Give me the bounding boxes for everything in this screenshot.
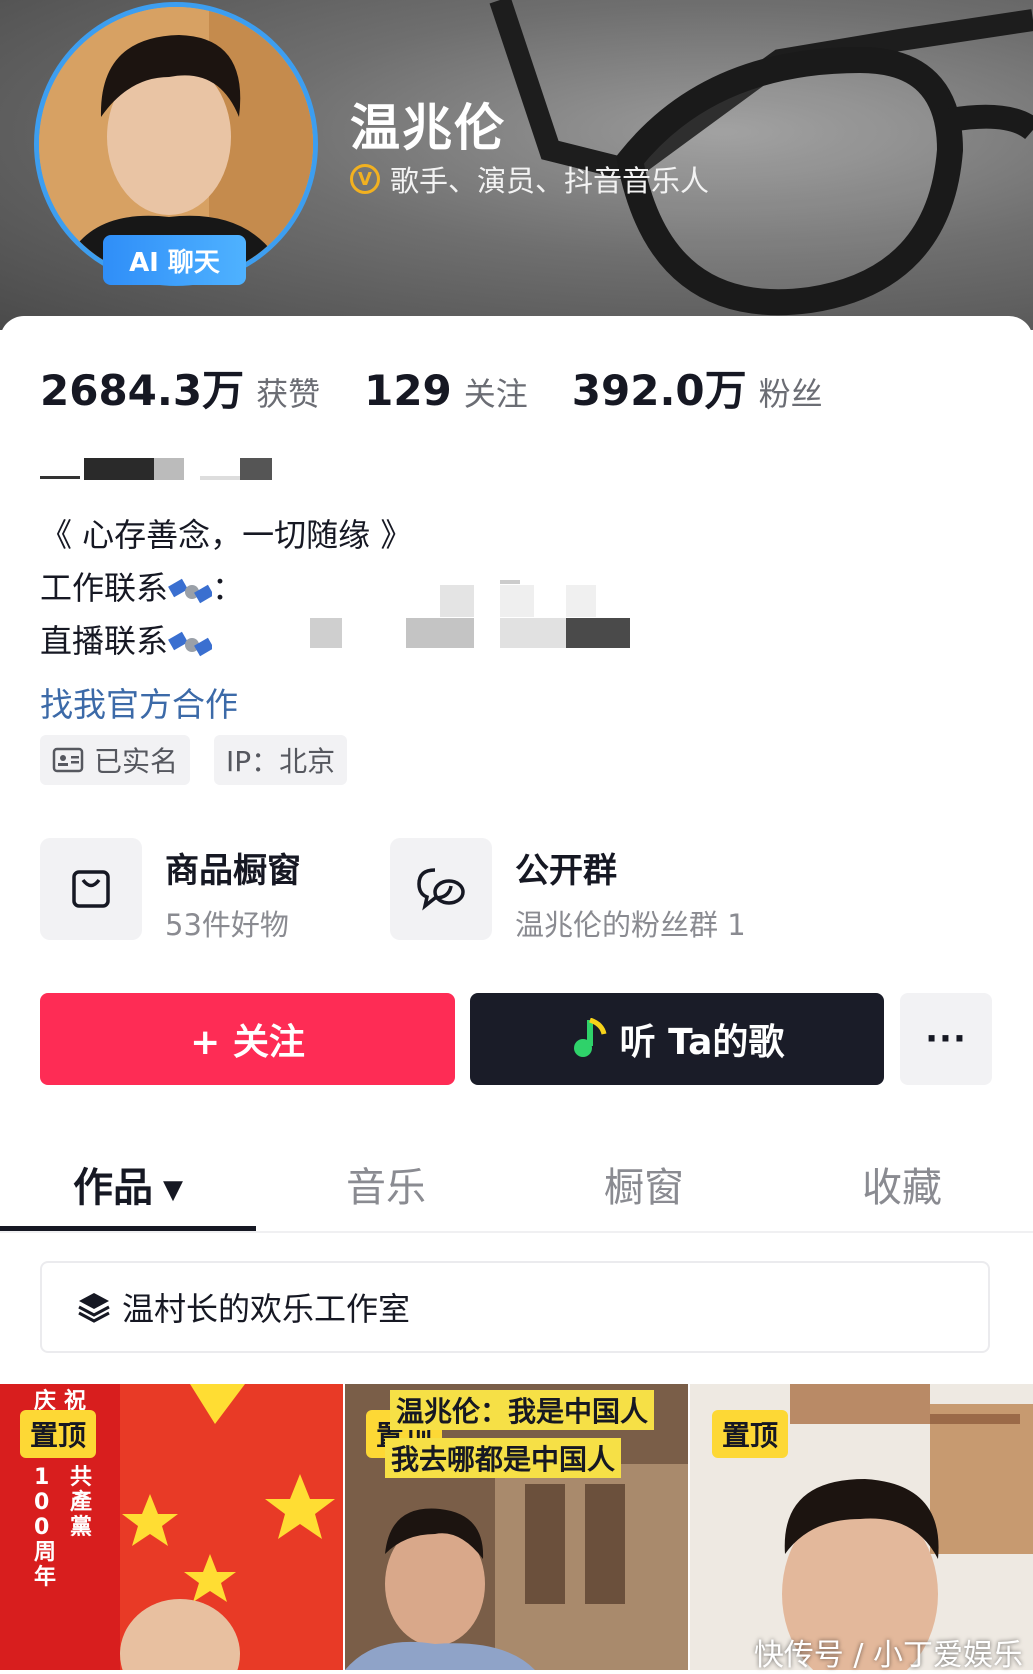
- official-cooperation-link[interactable]: 找我官方合作: [40, 678, 238, 726]
- flag-video-overlay-text: 年: [34, 1564, 56, 1590]
- id-card-icon: [52, 747, 84, 773]
- listen-songs-button[interactable]: 听 Ta的歌: [470, 993, 884, 1085]
- likes-label: 获赞: [256, 375, 321, 413]
- video-caption-line2: 我去哪都是中国人: [385, 1438, 622, 1478]
- profile-title: 歌手、演员、抖音音乐人: [390, 164, 710, 198]
- censored-contact: [300, 580, 640, 650]
- tab-music[interactable]: 音乐: [258, 1155, 514, 1213]
- shopping-bag-icon: [72, 870, 110, 908]
- followers-label: 粉丝: [758, 375, 823, 413]
- ip-location-label: IP：北京: [226, 745, 336, 778]
- tab-showcase[interactable]: 橱窗: [516, 1155, 772, 1213]
- bio-work-contact: 工作联系 ：: [40, 563, 244, 609]
- public-group-subtitle: 温兆伦的粉丝群 1: [515, 908, 746, 942]
- chat-bubbles-icon: [417, 868, 465, 911]
- shop-window-button[interactable]: [40, 838, 142, 940]
- follow-button[interactable]: + 关注: [40, 993, 455, 1085]
- flag-video-overlay-text: 周: [34, 1540, 56, 1565]
- video-caption-line1: 温兆伦：我是中国人: [390, 1390, 655, 1430]
- work-contact-colon: ：: [212, 569, 245, 607]
- work-contact-label: 工作联系: [40, 569, 169, 607]
- stats-row: 2684.3万 获赞 129 关注 392.0万 粉丝: [40, 357, 867, 418]
- live-contact-label: 直播联系: [40, 622, 169, 660]
- censored-text: [40, 458, 272, 480]
- bio-live-contact: 直播联系: [40, 616, 213, 662]
- verified-name-tag[interactable]: 已实名: [40, 735, 191, 785]
- more-options-button[interactable]: ···: [900, 993, 992, 1085]
- flag-video-overlay-text: 0: [34, 1515, 49, 1540]
- satellite-icon: [168, 578, 213, 604]
- pinned-badge: 置顶: [20, 1410, 97, 1458]
- satellite-icon: [168, 631, 213, 657]
- watermark: 快传号 / 小丁爱娱乐: [753, 1638, 1023, 1673]
- ip-location-tag: IP：北京: [214, 735, 348, 785]
- verified-icon: V: [350, 164, 380, 194]
- verified-name-label: 已实名: [94, 745, 179, 778]
- tab-divider: [0, 1231, 1033, 1233]
- layers-icon: [78, 1293, 110, 1323]
- caret-down-icon: ▼: [163, 1175, 183, 1205]
- public-group-button[interactable]: [390, 838, 492, 940]
- likes-count[interactable]: 2684.3万: [40, 357, 244, 418]
- flag-video-overlay-text: 產: [70, 1489, 92, 1515]
- flag-video-overlay-text: 黨: [70, 1515, 92, 1540]
- flag-video-overlay-text: 共: [70, 1465, 92, 1490]
- shop-window-title[interactable]: 商品橱窗: [165, 843, 301, 892]
- following-label: 关注: [463, 375, 528, 413]
- tab-works-label: 作品: [73, 1165, 153, 1211]
- tab-works[interactable]: 作品 ▼: [0, 1155, 256, 1213]
- shop-window-subtitle: 53件好物: [165, 908, 289, 942]
- profile-name: 温兆伦: [350, 99, 506, 157]
- followers-count[interactable]: 392.0万: [572, 357, 747, 418]
- verified-title: V 歌手、演员、抖音音乐人: [350, 158, 709, 200]
- pinned-badge: 置顶: [712, 1410, 789, 1458]
- collection-row[interactable]: 温村长的欢乐工作室: [40, 1261, 990, 1353]
- flag-video-overlay-text: 0: [34, 1490, 49, 1515]
- public-group-title[interactable]: 公开群: [515, 843, 617, 892]
- ai-chat-badge[interactable]: AI 聊天: [103, 235, 246, 285]
- listen-songs-label: 听 Ta的歌: [619, 1022, 785, 1063]
- collection-label: 温村长的欢乐工作室: [122, 1290, 411, 1328]
- flag-video-overlay-text: 1: [34, 1465, 49, 1490]
- following-count[interactable]: 129: [364, 366, 452, 415]
- active-tab-indicator: [0, 1226, 256, 1231]
- bio-motto: 《 心存善念，一切随缘 》: [40, 516, 413, 554]
- tab-favorites[interactable]: 收藏: [774, 1155, 1030, 1213]
- music-note-icon: [573, 1018, 607, 1057]
